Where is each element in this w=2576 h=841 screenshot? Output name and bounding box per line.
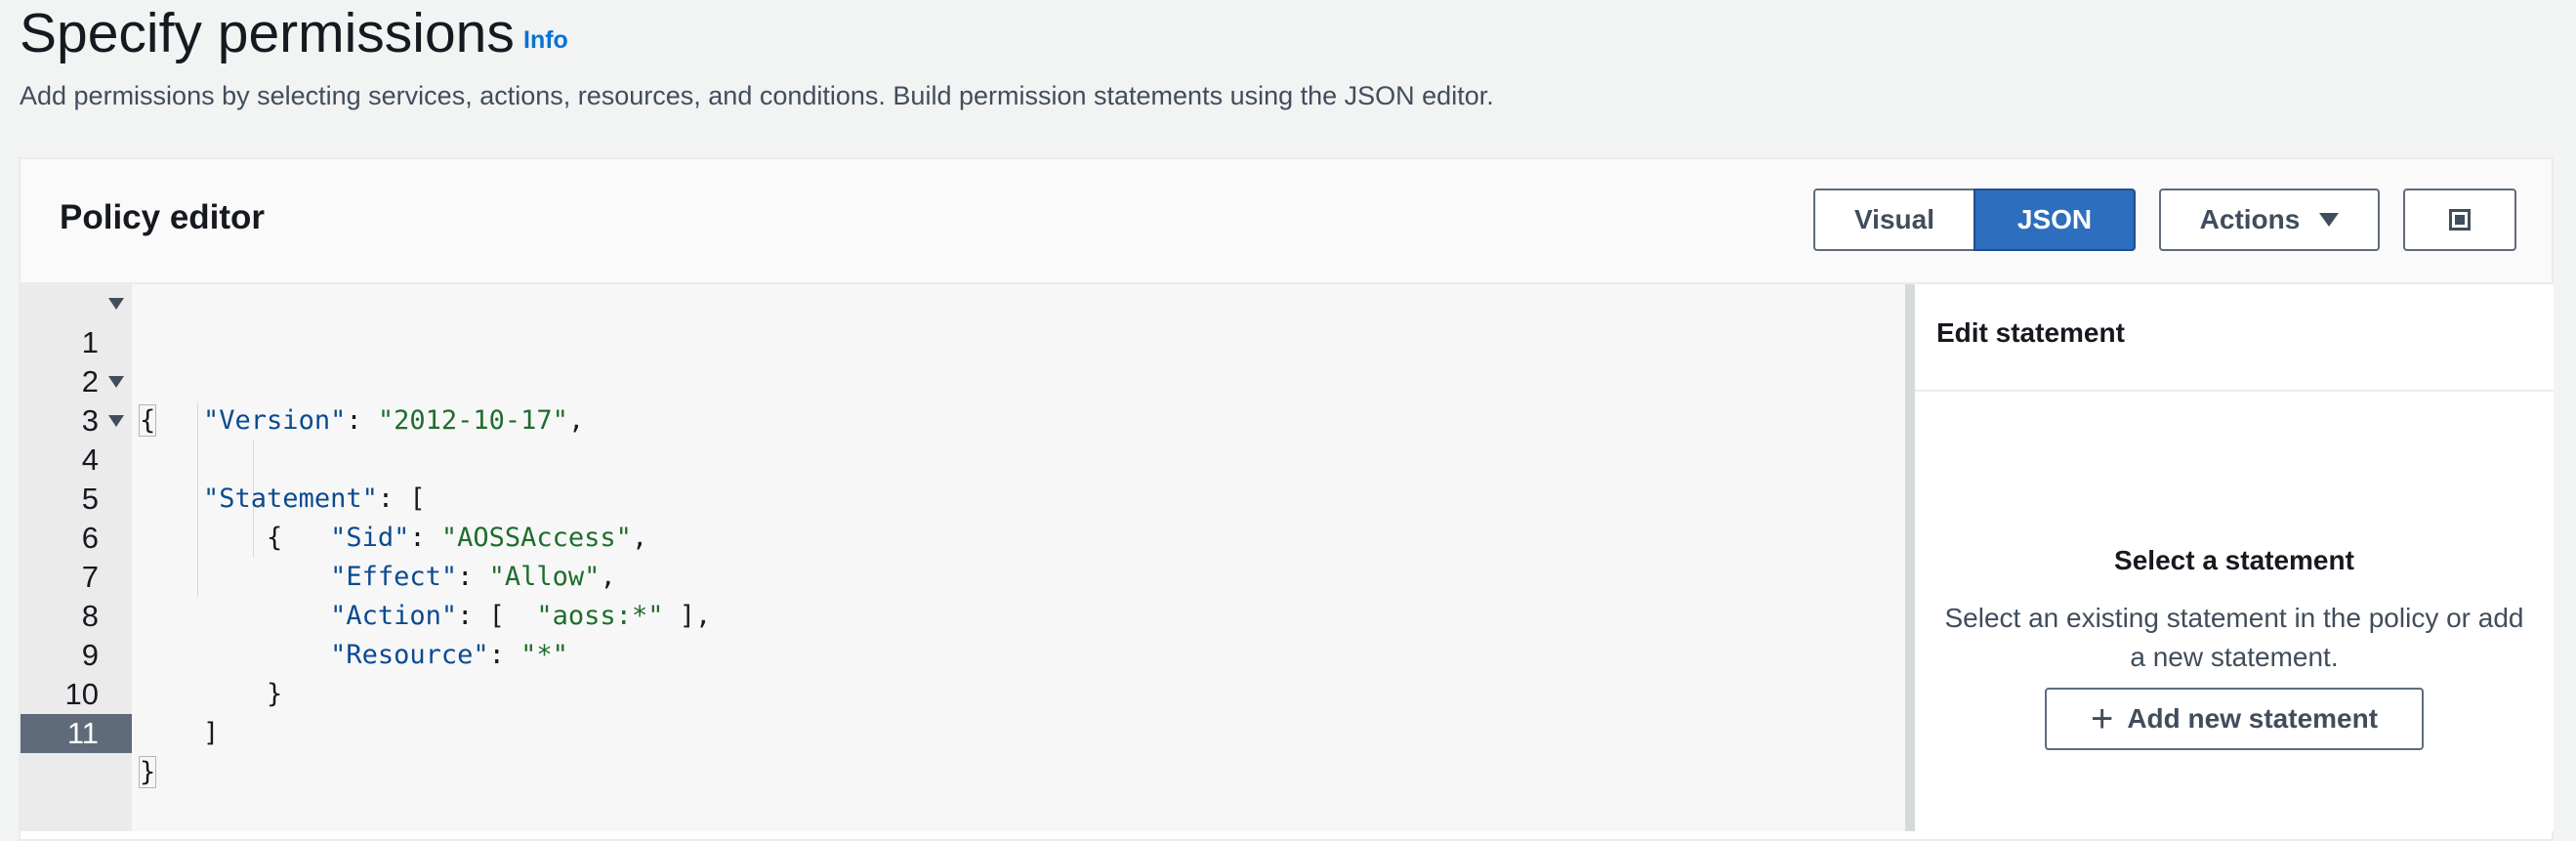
policy-editor-title: Policy editor: [60, 198, 266, 236]
json-code-editor[interactable]: 1 { 2 "Version": "2012-10-17", 3 "Statem…: [21, 284, 1905, 831]
fold-toggle-icon[interactable]: [108, 298, 124, 310]
plus-icon: +: [2090, 697, 2114, 740]
fullscreen-icon: [2449, 209, 2471, 231]
fold-toggle-icon[interactable]: [108, 415, 124, 427]
page-title: Specify permissions: [20, 2, 515, 64]
code-line: 6 "Effect": "Allow",: [21, 480, 1905, 592]
code-line: 3 "Statement": [: [21, 362, 1905, 514]
panel-resize-divider[interactable]: [1905, 284, 1915, 831]
json-mode-button[interactable]: JSON: [1974, 189, 2136, 251]
code-text: }: [138, 756, 157, 788]
add-new-statement-button[interactable]: + Add new statement: [2045, 688, 2424, 750]
line-number-active: 11: [21, 714, 132, 753]
caret-down-icon: [2319, 213, 2340, 227]
code-line-active: 11 }: [21, 675, 1905, 788]
panel-separator: [1915, 390, 2554, 392]
visual-mode-button[interactable]: Visual: [1813, 189, 1975, 251]
code-line: 2 "Version": "2012-10-17",: [21, 323, 1905, 436]
empty-state-description: Select an existing statement in the poli…: [1944, 603, 2524, 672]
code-line: 7 "Action": [ "aoss:*" ],: [21, 519, 1905, 631]
code-text: ]: [203, 718, 220, 748]
code-line: 4 {: [21, 401, 1905, 553]
actions-dropdown-button[interactable]: Actions: [2159, 189, 2380, 251]
policy-editor-container: Policy editor Visual JSON Actions 1 { 2 …: [19, 157, 2554, 841]
code-line: 9 }: [21, 597, 1905, 709]
policy-editor-header: Policy editor Visual JSON Actions: [21, 159, 2552, 284]
code-line: 1 {: [21, 284, 1905, 437]
edit-statement-panel: Edit statement Select a statement Select…: [1915, 284, 2554, 831]
add-new-statement-label: Add new statement: [2127, 703, 2379, 734]
code-line: 8 "Resource": "*": [21, 558, 1905, 670]
fullscreen-button[interactable]: [2403, 189, 2516, 251]
page-description: Add permissions by selecting services, a…: [20, 81, 1494, 110]
code-line: 10 ]: [21, 636, 1905, 748]
empty-state-title: Select a statement: [2114, 545, 2354, 575]
info-link[interactable]: Info: [523, 25, 568, 55]
actions-label: Actions: [2199, 204, 2301, 234]
fold-toggle-icon[interactable]: [108, 376, 124, 388]
code-line: 5 "Sid": "AOSSAccess",: [21, 441, 1905, 553]
edit-statement-title: Edit statement: [1936, 317, 2125, 348]
